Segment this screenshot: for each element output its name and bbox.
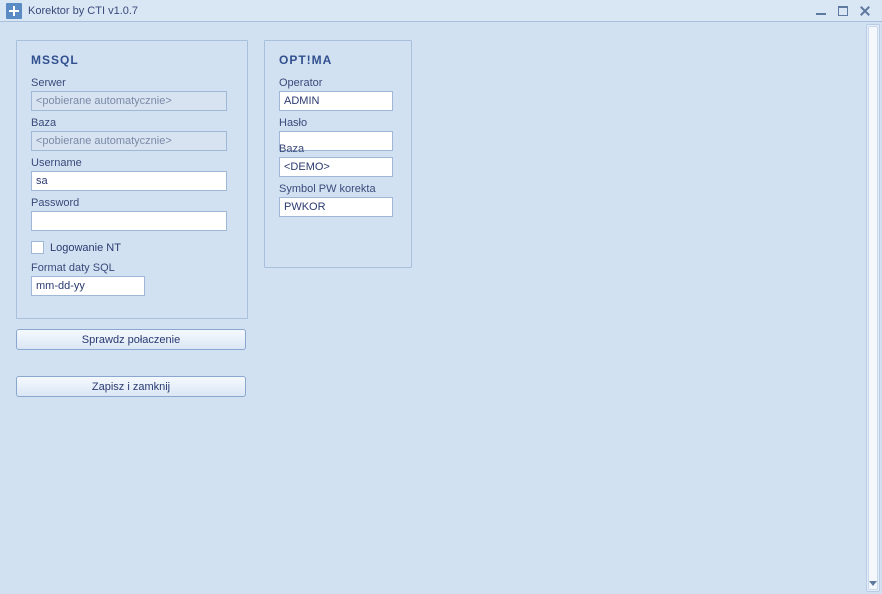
mssql-title: MSSQL <box>31 53 233 67</box>
maximize-icon[interactable] <box>836 4 850 18</box>
minimize-icon[interactable] <box>814 4 828 18</box>
scroll-down-icon[interactable] <box>868 577 878 589</box>
scroll-thumb[interactable] <box>868 26 878 590</box>
app-icon <box>6 3 22 19</box>
format-daty-input[interactable] <box>31 276 145 296</box>
mssql-server-label: Serwer <box>31 77 233 89</box>
optima-haslo-label: Hasło <box>279 117 397 129</box>
mssql-baza-input <box>31 131 227 151</box>
logowanie-nt-label: Logowanie NT <box>50 242 121 254</box>
window-title: Korektor by CTI v1.0.7 <box>28 5 814 17</box>
optima-operator-label: Operator <box>279 77 397 89</box>
mssql-password-label: Password <box>31 197 233 209</box>
content: MSSQL Serwer Baza Username Password <box>16 40 862 397</box>
mssql-group: MSSQL Serwer Baza Username Password <box>16 40 248 319</box>
mssql-baza-label: Baza <box>31 117 233 129</box>
optima-baza-input[interactable] <box>279 157 393 177</box>
optima-symbolpw-label: Symbol PW korekta <box>279 183 397 195</box>
format-daty-label: Format daty SQL <box>31 262 233 274</box>
mssql-password-input[interactable] <box>31 211 227 231</box>
mssql-username-label: Username <box>31 157 233 169</box>
zapisz-button[interactable]: Zapisz i zamknij <box>16 376 246 397</box>
client-area: MSSQL Serwer Baza Username Password <box>0 22 882 594</box>
mssql-username-input[interactable] <box>31 171 227 191</box>
sprawdz-button[interactable]: Sprawdz połaczenie <box>16 329 246 350</box>
optima-title: OPT!MA <box>279 53 397 67</box>
optima-symbolpw-input[interactable] <box>279 197 393 217</box>
mssql-server-input <box>31 91 227 111</box>
optima-group: OPT!MA Operator Hasło Baza Baza Symbol <box>264 40 412 268</box>
close-icon[interactable] <box>858 4 872 18</box>
logowanie-nt-checkbox[interactable] <box>31 241 44 254</box>
scrollbar[interactable] <box>866 24 880 592</box>
window-controls <box>814 4 878 18</box>
optima-operator-input[interactable] <box>279 91 393 111</box>
title-bar: Korektor by CTI v1.0.7 <box>0 0 882 22</box>
